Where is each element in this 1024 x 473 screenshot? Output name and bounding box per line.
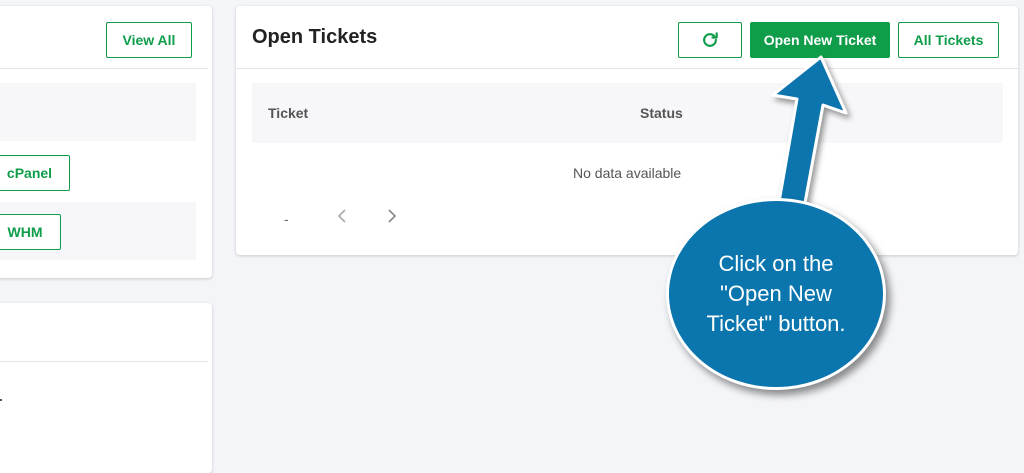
open-new-ticket-button[interactable]: Open New Ticket	[750, 22, 890, 58]
column-ticket[interactable]: Ticket	[268, 105, 308, 121]
dot-marker	[0, 399, 2, 401]
all-tickets-button[interactable]: All Tickets	[898, 22, 999, 58]
view-all-button[interactable]: View All	[106, 22, 192, 58]
card-divider	[236, 68, 1018, 69]
refresh-button[interactable]	[678, 22, 742, 58]
next-page-button[interactable]	[384, 208, 398, 229]
callout-text: Click on the "Open New Ticket" button.	[706, 251, 846, 336]
card-divider	[0, 68, 208, 69]
open-tickets-card: Open Tickets Open New Ticket All Tickets…	[236, 6, 1018, 255]
cpanel-button[interactable]: cPanel	[0, 155, 70, 191]
empty-message: No data available	[573, 165, 682, 181]
whm-button[interactable]: WHM	[0, 214, 61, 250]
services-card: View All cPanel WHM	[0, 6, 212, 278]
prev-page-button[interactable]	[336, 208, 350, 229]
chevron-right-icon	[388, 209, 397, 223]
pager-range: -	[284, 211, 289, 227]
instruction-callout: Click on the "Open New Ticket" button.	[666, 198, 886, 390]
table-header	[0, 83, 196, 141]
card-divider	[0, 361, 208, 362]
table-header: Ticket Status	[252, 83, 1003, 143]
page-title: Open Tickets	[252, 26, 378, 48]
column-status[interactable]: Status	[640, 105, 683, 121]
secondary-card	[0, 303, 212, 473]
chevron-left-icon	[337, 209, 346, 223]
refresh-icon	[703, 32, 718, 47]
